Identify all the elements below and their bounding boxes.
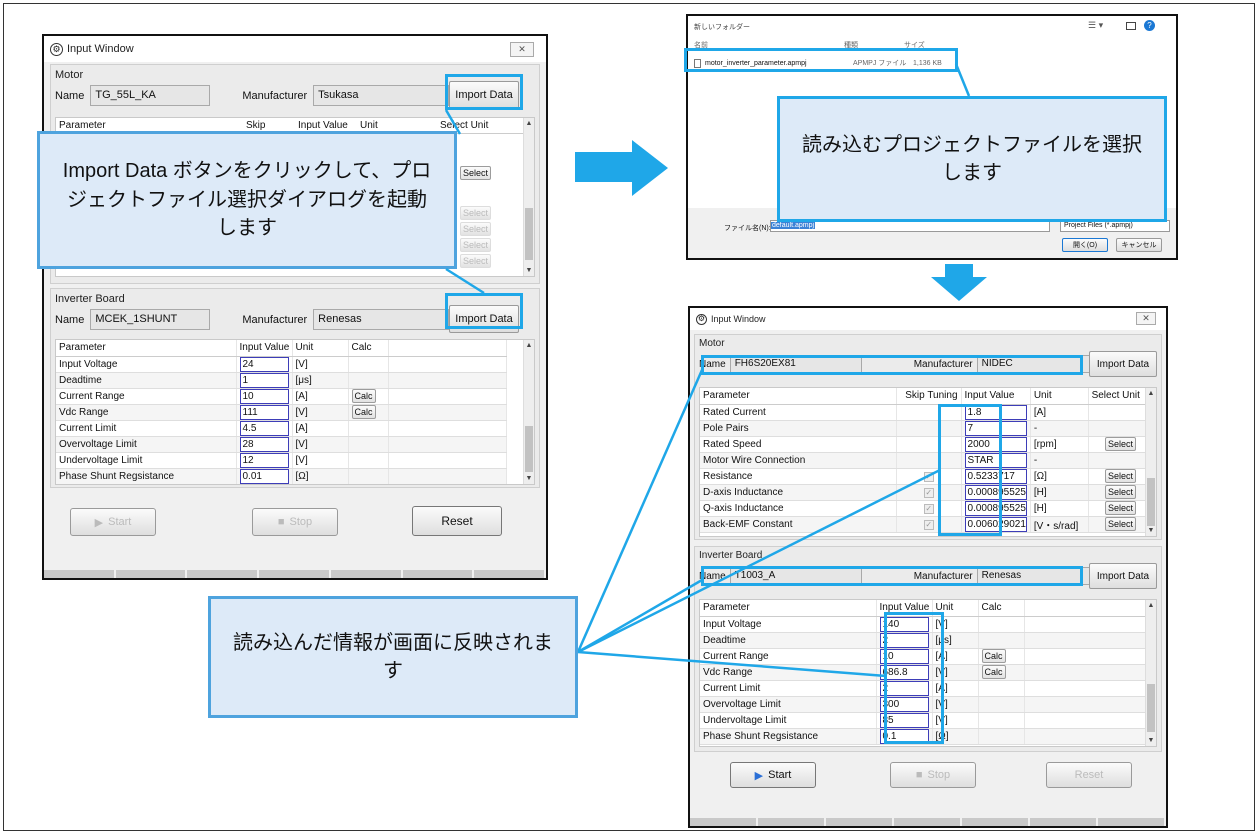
- callout-reflect: 読み込んだ情報が画面に反映されます: [208, 596, 578, 718]
- connector-lines: [444, 109, 941, 678]
- callout-reflect-text: 読み込んだ情報が画面に反映されます: [233, 631, 553, 682]
